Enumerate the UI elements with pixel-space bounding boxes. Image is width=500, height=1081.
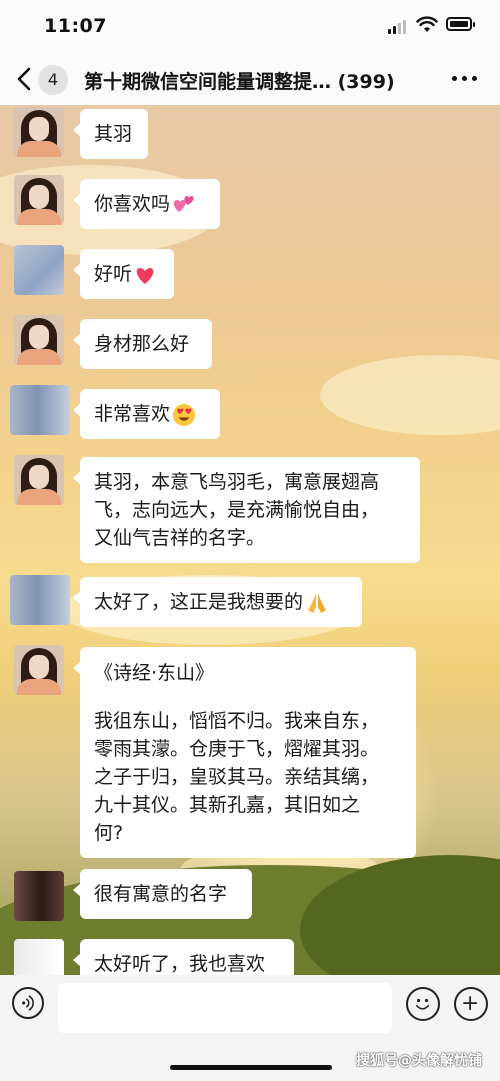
message-text: 飞，志向远大，是充满愉悦自由， [94,499,380,521]
avatar[interactable] [10,385,70,435]
message-text: 《诗经·东山》 [94,662,215,684]
message-text: 很有寓意的名字 [94,883,228,905]
message-input[interactable] [58,983,392,1033]
avatar[interactable] [14,939,64,975]
background-cloud [320,355,500,435]
avatar[interactable] [14,245,64,295]
status-bar: 11:07 [0,0,500,52]
message-text: 非常喜欢 [94,403,171,425]
message-bubble[interactable]: 其羽 [73,109,148,159]
chat-title: 第十期微信空间能量调整提… (399) [84,71,395,93]
message-text: 太好听了，我也喜欢 [94,953,266,975]
red-heart-icon [136,267,154,284]
message-bubble[interactable]: 《诗经·东山》 我徂东山，慆慆不归。我来自东， 零雨其濛。仓庚于飞，熠燿其羽。 … [73,647,416,858]
voice-icon[interactable] [12,987,44,1019]
plus-icon[interactable] [454,987,488,1021]
message-text: 身材那么好 [94,333,190,355]
ellipsis-icon[interactable] [452,76,478,84]
home-indicator [170,1065,332,1070]
avatar[interactable] [14,107,64,157]
avatar[interactable] [14,455,64,505]
message-text: 零雨其濛。仓庚于飞，熠燿其羽。 [94,738,380,760]
message-text: 又仙气吉祥的名字。 [94,527,266,549]
message-text: 你喜欢吗 [94,193,171,215]
avatar[interactable] [14,645,64,695]
two-hearts-icon [173,195,194,212]
message-bubble[interactable]: 你喜欢吗 [73,179,220,229]
status-time: 11:07 [44,15,107,37]
smiley-icon[interactable] [406,987,440,1021]
battery-icon [446,17,475,31]
folded-hands-icon [308,593,327,613]
message-text: 其羽 [94,123,133,145]
avatar[interactable] [10,575,70,625]
message-text: 我徂东山，慆慆不归。我来自东， [94,710,380,732]
watermark: 搜狐号@头像解忧铺 [356,1053,482,1069]
chat-area[interactable]: 其羽 你喜欢吗 好听 身材那么好 非常喜欢 其羽，本意飞鸟羽毛，寓意展翅高 飞，… [0,105,500,975]
chat-header: 4 第十期微信空间能量调整提… (399) [0,52,500,105]
cellular-signal-icon [388,18,408,34]
message-bubble[interactable]: 太好了，这正是我想要的 [73,577,362,627]
message-bubble[interactable]: 身材那么好 [73,319,212,369]
message-text: 其羽，本意飞鸟羽毛，寓意展翅高 [94,471,380,493]
avatar[interactable] [14,175,64,225]
message-bubble[interactable]: 好听 [73,249,174,299]
message-text: 太好了，这正是我想要的 [94,591,304,613]
message-text: 何? [94,822,124,844]
avatar[interactable] [14,871,64,921]
message-bubble[interactable]: 非常喜欢 [73,389,220,439]
message-bubble[interactable]: 很有寓意的名字 [73,869,252,919]
message-text: 九十其仪。其新孔嘉，其旧如之 [94,794,361,816]
chevron-left-icon[interactable] [14,66,34,92]
message-bubble[interactable]: 其羽，本意飞鸟羽毛，寓意展翅高 飞，志向远大，是充满愉悦自由， 又仙气吉祥的名字… [73,457,420,563]
wifi-icon [416,16,438,32]
message-bubble[interactable]: 太好听了，我也喜欢 [73,939,294,975]
avatar[interactable] [14,315,64,365]
message-text: 之子于归，皇驳其马。亲结其缡， [94,766,380,788]
heart-eyes-icon [173,403,196,426]
unread-count-badge[interactable]: 4 [38,65,68,95]
message-text: 好听 [94,263,133,285]
